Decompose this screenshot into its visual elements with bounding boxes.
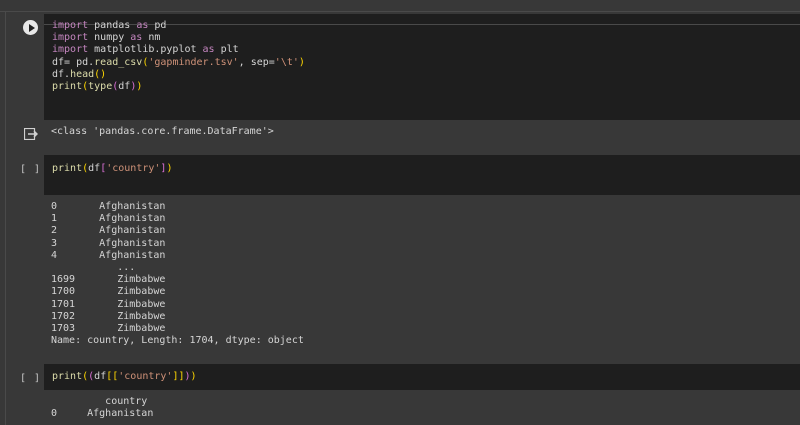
output-line: 1699 Zimbabwe: [51, 274, 166, 286]
output-line: country: [51, 396, 148, 407]
code-cell-2[interactable]: [ ] print(df['country']) 0 Afghanistan 1 …: [17, 155, 800, 355]
code-token: plt: [220, 44, 239, 56]
top-bar: [0, 0, 800, 12]
code-token: print: [52, 371, 83, 382]
cell-1-gutter: [17, 14, 44, 35]
output-line: <class 'pandas.core.frame.DataFrame'>: [51, 126, 274, 137]
code-line: import matplotlib.pyplot as plt: [52, 44, 305, 56]
cell-1-output-gutter: [17, 124, 44, 141]
code-token: print: [52, 163, 83, 174]
output-line: ...: [51, 262, 136, 274]
cell-3-editor[interactable]: print((df[['country']])): [44, 364, 800, 390]
code-token: ): [136, 81, 143, 93]
cell-3-code[interactable]: print((df[['country']])): [52, 371, 197, 383]
cell-1-editor[interactable]: import pandas as pd import numpy as nm imp…: [44, 14, 800, 120]
output-line: 1702 Zimbabwe: [51, 310, 166, 322]
code-token: pd: [154, 20, 167, 31]
code-token: '\t': [274, 56, 299, 68]
code-token: pandas: [94, 20, 137, 31]
cell-2-exec-count[interactable]: [ ]: [20, 164, 41, 175]
cell-3-exec-count[interactable]: [ ]: [20, 373, 41, 384]
output-line: 1701 Zimbabwe: [51, 298, 166, 310]
code-token: (): [94, 68, 107, 80]
code-token: import: [52, 44, 95, 56]
code-token: df: [94, 371, 107, 382]
cell-2-editor[interactable]: print(df['country']): [44, 155, 800, 195]
code-token: ): [166, 163, 173, 174]
output-line: 1703 Zimbabwe: [51, 323, 166, 335]
code-line: print(type(df)): [52, 81, 305, 93]
code-line: print(df['country']): [52, 163, 172, 175]
code-token: df= pd.: [52, 56, 95, 68]
output-line: 3 Afghanistan: [51, 237, 166, 249]
run-cell-button[interactable]: [23, 20, 38, 35]
code-line: df.head(): [52, 69, 305, 81]
code-cell-1[interactable]: import pandas as pd import numpy as nm imp…: [17, 14, 800, 149]
output-line: 0 Afghanistan: [51, 201, 166, 212]
cell-3-output: country 0 Afghanistan: [51, 396, 800, 420]
code-token: df.: [52, 68, 71, 80]
code-token: ]]: [172, 371, 185, 382]
cell-2-code[interactable]: print(df['country']): [52, 163, 172, 175]
cell-1-output: <class 'pandas.core.frame.DataFrame'>: [51, 126, 800, 138]
code-token: as: [202, 44, 221, 56]
code-line: df= pd.read_csv('gapminder.tsv', sep='\t…: [52, 57, 305, 69]
code-token: 'country': [106, 163, 161, 174]
output-line: 1700 Zimbabwe: [51, 286, 166, 298]
output-line: 4 Afghanistan: [51, 249, 166, 261]
left-rail: [5, 12, 6, 425]
code-line: import pandas as pd: [52, 20, 305, 32]
code-token: import: [52, 20, 95, 31]
play-icon: [28, 23, 35, 32]
code-token: [[: [106, 371, 119, 382]
cell-2-gutter: [ ]: [17, 155, 44, 175]
code-token: , sep=: [238, 56, 275, 68]
output-line: Name: country, Length: 1704, dtype: obje…: [51, 335, 304, 347]
code-token: numpy: [94, 32, 131, 44]
code-token: matplotlib.pyplot: [94, 44, 203, 56]
output-arrow-icon: [23, 127, 38, 141]
code-cell-3[interactable]: [ ] print((df[['country']])) country 0 Af…: [17, 364, 800, 425]
output-line: 1 Afghanistan: [51, 213, 166, 225]
code-token: print: [52, 81, 83, 93]
code-token: ): [298, 56, 305, 68]
code-token: 'country': [118, 371, 173, 382]
code-token: ): [190, 371, 197, 382]
code-line: print((df[['country']])): [52, 371, 197, 383]
cell-2-output: 0 Afghanistan 1 Afghanistan 2 Afghanistan 3…: [51, 201, 800, 347]
code-token: df: [88, 163, 101, 174]
code-token: as: [130, 32, 149, 44]
code-token: import: [52, 32, 95, 44]
cell-1-code[interactable]: import pandas as pd import numpy as nm imp…: [52, 20, 305, 93]
code-token: read_csv: [94, 56, 143, 68]
code-token: df: [118, 81, 131, 93]
output-line: 0 Afghanistan: [51, 408, 154, 420]
cell-3-gutter: [ ]: [17, 364, 44, 384]
code-token: nm: [148, 32, 161, 44]
code-token: head: [70, 68, 95, 80]
code-token: 'gapminder.tsv': [148, 56, 239, 68]
code-token: type: [88, 81, 113, 93]
code-token: as: [136, 20, 155, 31]
output-icon[interactable]: [23, 127, 38, 141]
code-line: import numpy as nm: [52, 32, 305, 44]
output-line: 2 Afghanistan: [51, 225, 166, 237]
